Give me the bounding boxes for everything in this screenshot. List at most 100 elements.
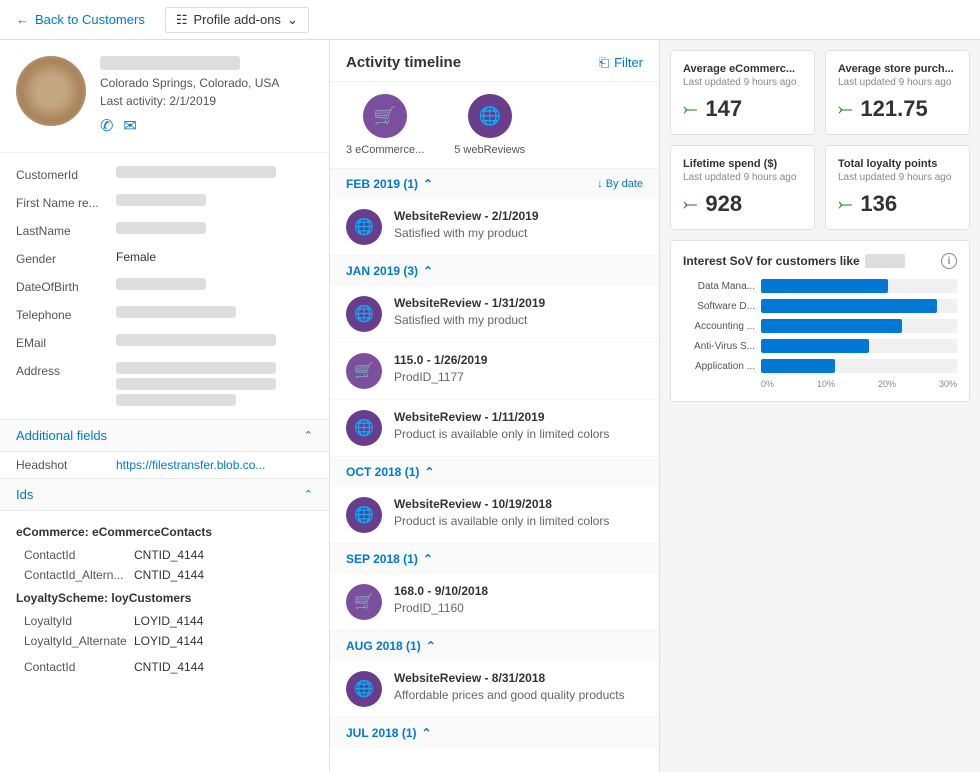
bar-fill — [761, 319, 902, 333]
month-header-sep2018: SEP 2018 (1) ⌃ — [330, 544, 659, 574]
month-header-jul2018: JUL 2018 (1) ⌃ — [330, 718, 659, 748]
addons-icon: ☷ — [176, 12, 188, 28]
bar-track — [761, 279, 957, 293]
field-label-telephone: Telephone — [16, 306, 116, 322]
timeline-item: 🌐 WebsiteReview - 8/31/2018 Affordable p… — [330, 661, 659, 718]
month-label-sep2018[interactable]: SEP 2018 (1) ⌃ — [346, 552, 433, 566]
contact-icons: ✆ ✉ — [100, 116, 313, 136]
bar-fill — [761, 339, 869, 353]
sort-by-date-button[interactable]: ↓ By date — [597, 178, 643, 190]
main-layout: Colorado Springs, Colorado, USA Last act… — [0, 40, 980, 772]
profile-header: Colorado Springs, Colorado, USA Last act… — [0, 40, 329, 153]
ids-label-contactid: ContactId — [24, 548, 134, 562]
bar-label: Accounting ... — [683, 321, 755, 332]
month-label-oct2018[interactable]: OCT 2018 (1) ⌃ — [346, 465, 434, 479]
field-value-email — [116, 334, 276, 346]
field-row-dob: DateOfBirth — [0, 273, 329, 301]
month-label-aug2018[interactable]: AUG 2018 (1) ⌃ — [346, 639, 436, 653]
month-label-feb2019[interactable]: FEB 2019 (1) ⌃ — [346, 177, 433, 191]
metric-value-row: ⤚ 147 — [683, 96, 802, 122]
bar-label: Software D... — [683, 301, 755, 312]
ids-label-contactid-alt: ContactId_Altern... — [24, 568, 134, 582]
ids-section-header[interactable]: Ids ⌃ — [0, 478, 329, 511]
timeline-content: WebsiteReview - 8/31/2018 Affordable pri… — [394, 671, 643, 702]
profile-location: Colorado Springs, Colorado, USA — [100, 76, 313, 90]
ids-value-loyaltyid: LOYID_4144 — [134, 614, 203, 628]
back-arrow-icon: ← — [16, 12, 29, 27]
month-label-jul2018[interactable]: JUL 2018 (1) ⌃ — [346, 726, 432, 740]
timeline-dot-cart: 🛒 — [346, 584, 382, 620]
timeline-item-title: WebsiteReview - 1/31/2019 — [394, 296, 643, 310]
activity-icon-webreviews[interactable]: 🌐 5 webReviews — [454, 94, 525, 156]
timeline-item-title: WebsiteReview - 10/19/2018 — [394, 497, 643, 511]
middle-panel: Activity timeline ⎗ Filter 🛒 3 eCommerce… — [330, 40, 660, 772]
field-value-address — [116, 362, 313, 406]
headshot-value[interactable]: https://filestransfer.blob.co... — [116, 458, 265, 472]
metric-subtitle-loyalty: Last updated 9 hours ago — [838, 172, 957, 183]
ids-group-loyalty-title: LoyaltyScheme: loyCustomers — [0, 585, 329, 611]
metric-title-avg-ecommerce: Average eCommerc... — [683, 63, 802, 75]
metric-value-lifetime: 928 — [705, 191, 742, 217]
bar-row-antivirus: Anti-Virus S... — [683, 339, 957, 353]
bar-fill — [761, 279, 888, 293]
field-label-address: Address — [16, 362, 116, 378]
month-header-jan2019: JAN 2019 (3) ⌃ — [330, 256, 659, 286]
interest-card: Interest SoV for customers like i Data M… — [670, 240, 970, 402]
timeline-item: 🌐 WebsiteReview - 10/19/2018 Product is … — [330, 487, 659, 544]
activity-header: Activity timeline ⎗ Filter — [330, 40, 659, 82]
metric-value-avg-store: 121.75 — [860, 96, 927, 122]
interest-title: Interest SoV for customers like i — [683, 253, 957, 269]
activity-icon-ecommerce[interactable]: 🛒 3 eCommerce... — [346, 94, 424, 156]
ecommerce-icon-circle: 🛒 — [363, 94, 407, 138]
month-label-jan2019[interactable]: JAN 2019 (3) ⌃ — [346, 264, 433, 278]
filter-button[interactable]: ⎗ Filter — [599, 55, 643, 71]
timeline-dot-web: 🌐 — [346, 209, 382, 245]
bar-label: Anti-Virus S... — [683, 341, 755, 352]
timeline-item-desc: Affordable prices and good quality produ… — [394, 688, 643, 702]
additional-fields-section-header[interactable]: Additional fields ⌃ — [0, 419, 329, 452]
field-row-telephone: Telephone — [0, 301, 329, 329]
chevron-down-icon: ⌄ — [287, 12, 298, 28]
bar-fill — [761, 299, 937, 313]
metric-trend-icon: ⤚ — [683, 194, 697, 215]
filter-label: Filter — [614, 55, 643, 70]
field-label-gender: Gender — [16, 250, 116, 266]
metric-trend-icon: ⤚ — [838, 99, 852, 120]
ids-label-loyaltyid-alt: LoyaltyId_Alternate — [24, 634, 134, 648]
phone-icon[interactable]: ✆ — [100, 116, 113, 136]
field-label-customerid: CustomerId — [16, 166, 116, 182]
additional-fields-title: Additional fields — [16, 428, 107, 443]
bar-row-application: Application ... — [683, 359, 957, 373]
bar-label: Application ... — [683, 361, 755, 372]
back-to-customers-link[interactable]: ← Back to Customers — [16, 12, 145, 27]
profile-last-activity: Last activity: 2/1/2019 — [100, 94, 313, 108]
metric-title-avg-store: Average store purch... — [838, 63, 957, 75]
timeline-item-title: 168.0 - 9/10/2018 — [394, 584, 643, 598]
info-icon[interactable]: i — [941, 253, 957, 269]
interest-title-label: Interest SoV for customers like — [683, 254, 860, 268]
email-icon[interactable]: ✉ — [123, 116, 136, 136]
timeline-item-title: 115.0 - 1/26/2019 — [394, 353, 643, 367]
profile-addons-button[interactable]: ☷ Profile add-ons ⌄ — [165, 7, 309, 33]
timeline-dot-web: 🌐 — [346, 296, 382, 332]
field-value-telephone — [116, 306, 236, 318]
metric-value-row: ⤚ 928 — [683, 191, 802, 217]
left-panel: Colorado Springs, Colorado, USA Last act… — [0, 40, 330, 772]
bar-label: Data Mana... — [683, 281, 755, 292]
headshot-row: Headshot https://filestransfer.blob.co..… — [0, 452, 329, 478]
timeline-item: 🛒 115.0 - 1/26/2019 ProdID_1177 — [330, 343, 659, 400]
webreviews-icon-label: 5 webReviews — [454, 144, 525, 156]
metric-card-loyalty: Total loyalty points Last updated 9 hour… — [825, 145, 970, 230]
profile-name — [100, 56, 240, 70]
addons-label: Profile add-ons — [193, 12, 280, 27]
ids-row-contactid2: ContactId CNTID_4144 — [0, 657, 329, 677]
month-header-oct2018: OCT 2018 (1) ⌃ — [330, 457, 659, 487]
timeline-content: 168.0 - 9/10/2018 ProdID_1160 — [394, 584, 643, 615]
metric-trend-icon: ⤚ — [838, 194, 852, 215]
metric-card-avg-store: Average store purch... Last updated 9 ho… — [825, 50, 970, 135]
filter-icon: ⎗ — [599, 55, 609, 71]
ids-title: Ids — [16, 487, 33, 502]
axis-label-0: 0% — [761, 379, 774, 389]
metric-subtitle-avg-store: Last updated 9 hours ago — [838, 77, 957, 88]
timeline-content: WebsiteReview - 2/1/2019 Satisfied with … — [394, 209, 643, 240]
